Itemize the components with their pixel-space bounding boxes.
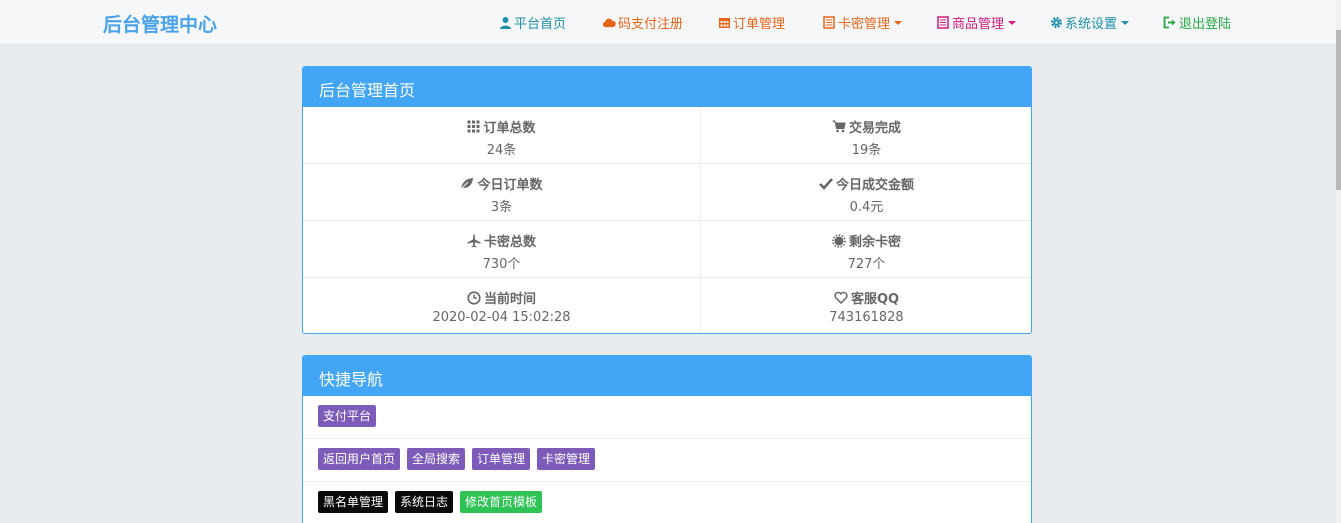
stat-value: 727个 bbox=[847, 257, 886, 272]
stat-label: 当前时间 bbox=[483, 292, 536, 307]
top-navbar: 后台管理中心 平台首页 码支付注册 订单管理 卡密管理 商品管理 系统设置 退出… bbox=[0, 0, 1336, 45]
nav-label: 码支付注册 bbox=[618, 17, 684, 32]
nav-products-dropdown[interactable]: 商品管理 bbox=[936, 13, 1017, 32]
stat-label: 今日成交金额 bbox=[835, 178, 914, 193]
chevron-down-icon bbox=[1008, 20, 1017, 25]
stat-value: 730个 bbox=[482, 257, 521, 272]
nav-cardkey-dropdown[interactable]: 卡密管理 bbox=[822, 13, 903, 32]
quicknav-panel-title: 快捷导航 bbox=[303, 356, 1031, 396]
heart-icon bbox=[834, 291, 848, 304]
dashboard-panel-title: 后台管理首页 bbox=[303, 67, 1031, 107]
sun-icon bbox=[832, 233, 846, 248]
stat-label: 客服QQ bbox=[850, 292, 900, 307]
stat-label: 订单总数 bbox=[483, 121, 536, 136]
grid-icon bbox=[467, 120, 480, 133]
stat-value: 0.4元 bbox=[849, 200, 884, 215]
stat-value: 2020-02-04 15:02:28 bbox=[432, 310, 571, 325]
cloud-icon bbox=[602, 16, 616, 30]
quicknav-cardkey-management[interactable]: 卡密管理 bbox=[537, 448, 596, 470]
quicknav-panel: 快捷导航 支付平台 返回用户首页 全局搜索 订单管理 卡密管理 黑名单管理 系统… bbox=[302, 355, 1032, 523]
stat-current-time: 当前时间 2020-02-04 15:02:28 bbox=[303, 278, 701, 333]
leaf-icon bbox=[461, 178, 474, 190]
stat-today-orders: 今日订单数 3条 bbox=[303, 164, 701, 221]
quicknav-row: 返回用户首页 全局搜索 订单管理 卡密管理 bbox=[303, 439, 1031, 482]
nav-label: 平台首页 bbox=[514, 17, 567, 32]
calendar-icon bbox=[717, 16, 731, 30]
list-icon bbox=[936, 16, 950, 30]
chevron-down-icon bbox=[1121, 20, 1130, 25]
list-icon bbox=[822, 16, 836, 30]
stat-value: 743161828 bbox=[829, 310, 904, 325]
nav-codepay-register[interactable]: 码支付注册 bbox=[602, 13, 683, 32]
quicknav-order-management[interactable]: 订单管理 bbox=[472, 448, 531, 470]
chevron-down-icon bbox=[894, 20, 903, 25]
nav-label: 订单管理 bbox=[733, 17, 786, 32]
stat-remaining-cardkeys: 剩余卡密 727个 bbox=[701, 221, 1031, 278]
clock-icon bbox=[467, 290, 481, 305]
stat-label: 今日订单数 bbox=[477, 178, 543, 193]
scrollbar[interactable] bbox=[1336, 0, 1341, 523]
user-icon bbox=[498, 16, 512, 30]
stat-completed-trades: 交易完成 19条 bbox=[701, 107, 1031, 164]
quicknav-edit-home-template[interactable]: 修改首页模板 bbox=[460, 491, 543, 513]
check-icon bbox=[819, 178, 833, 190]
quicknav-row: 支付平台 bbox=[303, 396, 1031, 439]
quicknav-global-search[interactable]: 全局搜索 bbox=[407, 448, 466, 470]
nav-label: 卡密管理 bbox=[838, 17, 891, 32]
stat-today-amount: 今日成交金额 0.4元 bbox=[701, 164, 1031, 221]
stat-value: 3条 bbox=[490, 200, 513, 215]
quicknav-system-log[interactable]: 系统日志 bbox=[395, 491, 454, 513]
gear-icon bbox=[1049, 16, 1063, 30]
stat-total-orders: 订单总数 24条 bbox=[303, 107, 701, 164]
stat-label: 卡密总数 bbox=[483, 235, 536, 250]
brand-title[interactable]: 后台管理中心 bbox=[103, 10, 217, 37]
logout-icon bbox=[1163, 16, 1177, 30]
quicknav-blacklist[interactable]: 黑名单管理 bbox=[318, 491, 389, 513]
nav-logout[interactable]: 退出登陆 bbox=[1163, 13, 1231, 32]
nav-orders[interactable]: 订单管理 bbox=[717, 13, 785, 32]
nav-label: 退出登陆 bbox=[1179, 17, 1232, 32]
stat-value: 24条 bbox=[486, 143, 517, 158]
quicknav-user-home[interactable]: 返回用户首页 bbox=[318, 448, 401, 470]
stat-service-qq: 客服QQ 743161828 bbox=[701, 278, 1031, 333]
stat-label: 交易完成 bbox=[848, 121, 901, 136]
stat-total-cardkeys: 卡密总数 730个 bbox=[303, 221, 701, 278]
nav-label: 系统设置 bbox=[1065, 17, 1118, 32]
plane-icon bbox=[467, 234, 481, 247]
quicknav-payment-platform[interactable]: 支付平台 bbox=[318, 405, 377, 427]
cart-icon bbox=[832, 120, 846, 133]
dashboard-panel: 后台管理首页 订单总数 24条 交易完成 19条 今日订单数 3条 今日成交金额… bbox=[302, 66, 1032, 334]
quicknav-row: 黑名单管理 系统日志 修改首页模板 bbox=[303, 482, 1031, 523]
stat-value: 19条 bbox=[851, 143, 882, 158]
nav-label: 商品管理 bbox=[952, 17, 1005, 32]
scrollbar-thumb[interactable] bbox=[1336, 30, 1341, 190]
nav-platform-home[interactable]: 平台首页 bbox=[498, 13, 566, 32]
stats-grid: 订单总数 24条 交易完成 19条 今日订单数 3条 今日成交金额 0.4元 卡… bbox=[303, 107, 1031, 333]
nav-settings-dropdown[interactable]: 系统设置 bbox=[1049, 13, 1130, 32]
stat-label: 剩余卡密 bbox=[848, 235, 901, 250]
